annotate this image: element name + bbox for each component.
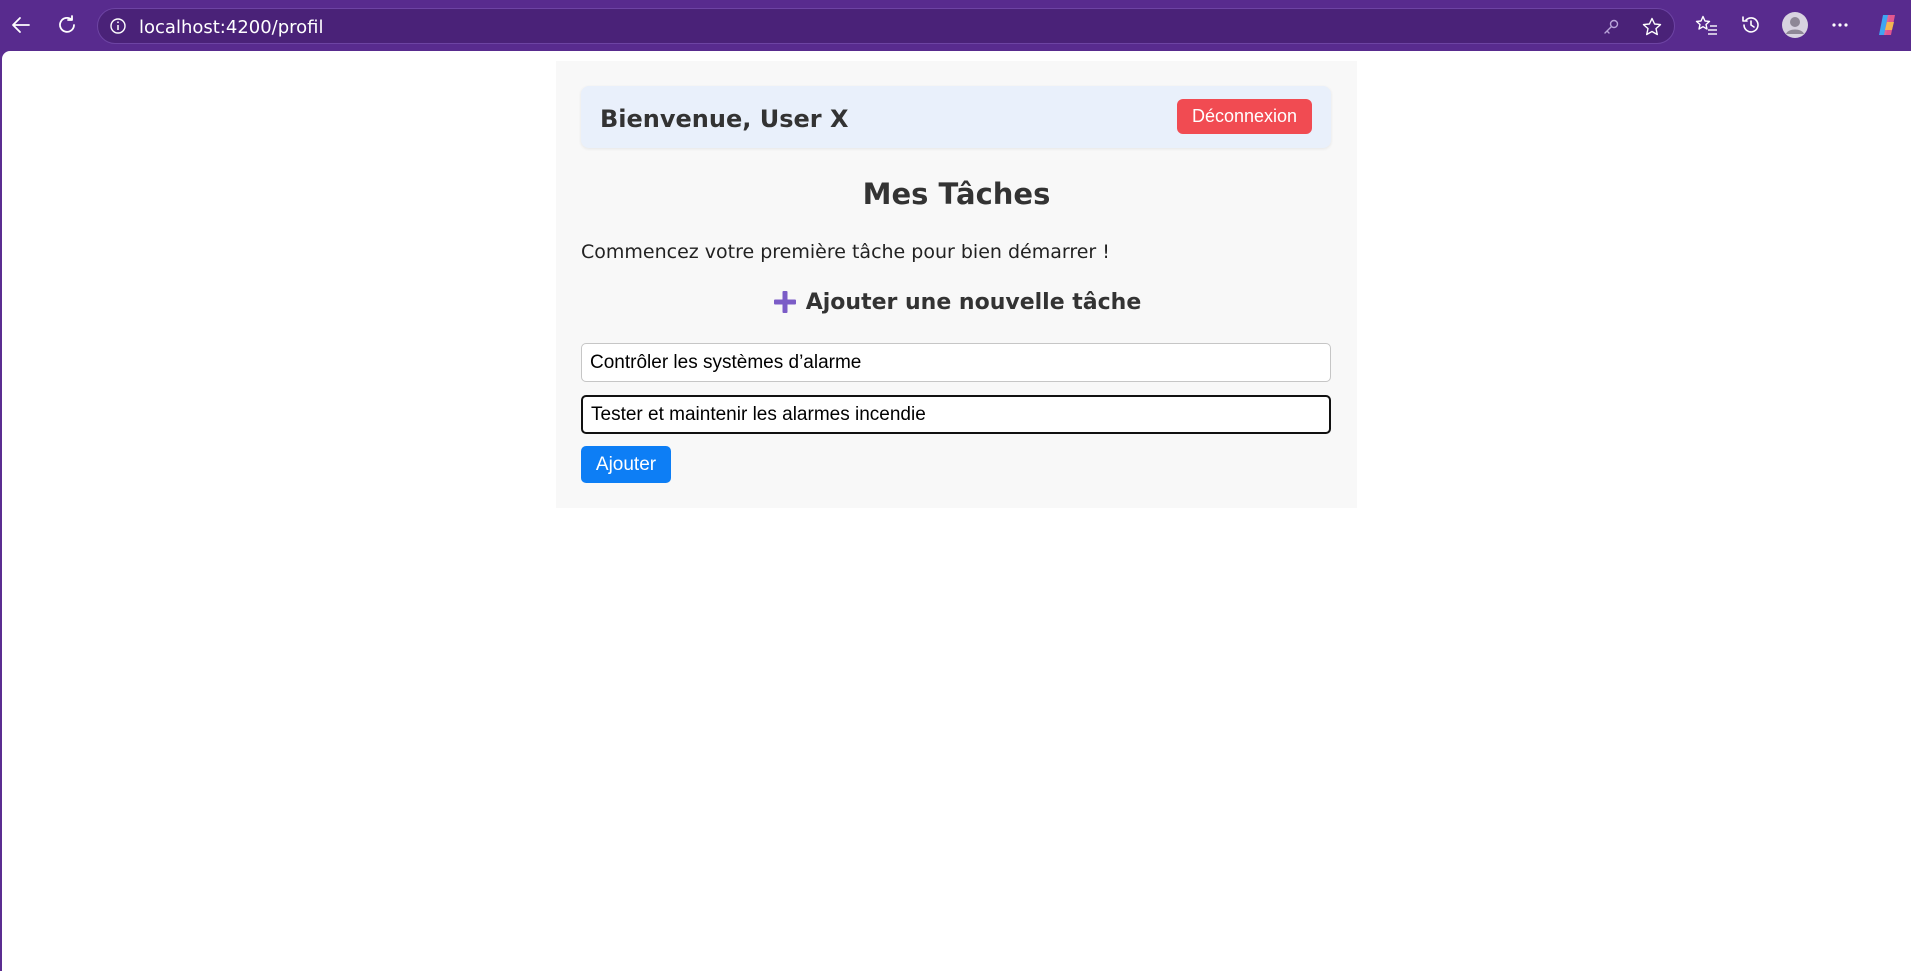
avatar-icon	[1782, 12, 1808, 38]
browser-toolbar: localhost:4200/profil	[0, 0, 1911, 51]
page-viewport: Bienvenue, User X Déconnexion Mes Tâches…	[2, 51, 1911, 971]
refresh-button[interactable]	[52, 10, 82, 40]
more-options-button[interactable]	[1825, 10, 1855, 40]
profile-button[interactable]	[1780, 10, 1810, 40]
copilot-button[interactable]	[1872, 10, 1902, 40]
back-arrow-icon	[12, 17, 30, 33]
add-task-heading: Ajouter une nouvelle tâche	[556, 289, 1357, 315]
welcome-message: Bienvenue, User X	[600, 105, 849, 133]
address-bar[interactable]: localhost:4200/profil	[97, 8, 1675, 44]
key-icon[interactable]	[1600, 16, 1622, 38]
welcome-header: Bienvenue, User X Déconnexion	[581, 86, 1331, 148]
intro-message: Commencez votre première tâche pour bien…	[581, 241, 1110, 263]
ellipsis-icon	[1832, 23, 1848, 27]
refresh-icon	[59, 15, 75, 33]
site-info-icon[interactable]	[108, 16, 128, 36]
page-title: Mes Tâches	[862, 177, 1051, 211]
history-button[interactable]	[1736, 10, 1766, 40]
copilot-icon	[1879, 15, 1895, 35]
profile-container: Bienvenue, User X Déconnexion Mes Tâches…	[556, 61, 1357, 508]
add-task-button[interactable]: Ajouter	[581, 446, 671, 483]
back-button[interactable]	[6, 10, 36, 40]
url-text[interactable]: localhost:4200/profil	[139, 17, 324, 38]
task-title-input[interactable]	[581, 343, 1331, 382]
plus-icon	[773, 291, 796, 313]
task-description-input[interactable]	[581, 395, 1331, 434]
favorites-list-icon	[1695, 15, 1717, 35]
add-task-heading-text: Ajouter une nouvelle tâche	[805, 289, 1142, 315]
logout-button[interactable]: Déconnexion	[1177, 99, 1312, 134]
favorites-button[interactable]	[1692, 10, 1722, 40]
history-icon	[1742, 16, 1759, 33]
favorite-star-icon[interactable]	[1641, 16, 1663, 38]
